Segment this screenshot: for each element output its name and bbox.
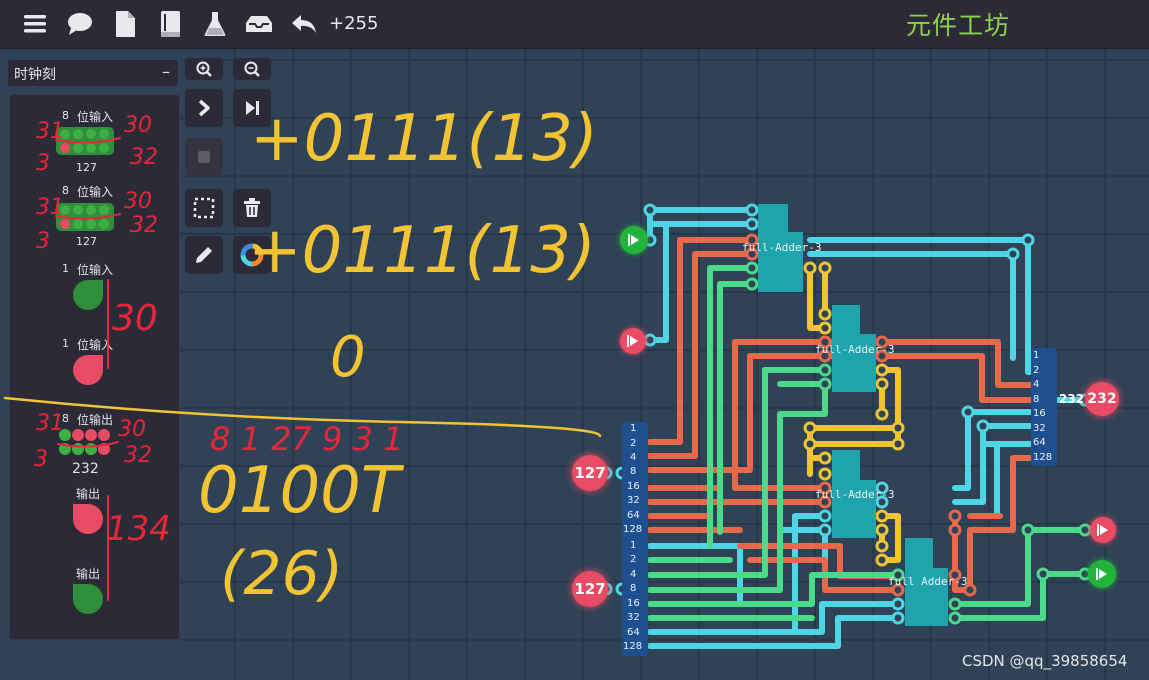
hand-carry: 0: [330, 325, 366, 390]
hand-note-30: 30: [112, 298, 158, 339]
hand-ann-3: 3: [34, 447, 48, 472]
hand-ann-32: 32: [130, 213, 158, 238]
hand-ann-30: 30: [118, 417, 146, 442]
hand-ann-32: 32: [124, 443, 152, 468]
hand-weights: 8 1 27 9 3 1: [210, 420, 403, 458]
hand-ann-30: 30: [124, 113, 152, 138]
hand-ann-32: 32: [130, 145, 158, 170]
hand-result: 0100T: [198, 454, 405, 528]
hand-ann-31: 31: [36, 411, 64, 436]
hand-line-1: +0111(13): [250, 102, 598, 176]
hand-ann-30: 30: [124, 189, 152, 214]
hand-note-134: 134: [106, 509, 171, 549]
hand-ann-3: 3: [36, 229, 50, 254]
hand-result-dec: (26): [220, 539, 343, 609]
handwriting-layer: +0111(13) +0111(13) 0 0100T (26) 8 1 27 …: [3, 102, 602, 609]
hand-ann-3: 3: [36, 151, 50, 176]
hand-line-2: +0111(13): [248, 214, 596, 288]
watermark: CSDN @qq_39858654: [962, 652, 1128, 670]
hand-underline: [55, 137, 121, 144]
